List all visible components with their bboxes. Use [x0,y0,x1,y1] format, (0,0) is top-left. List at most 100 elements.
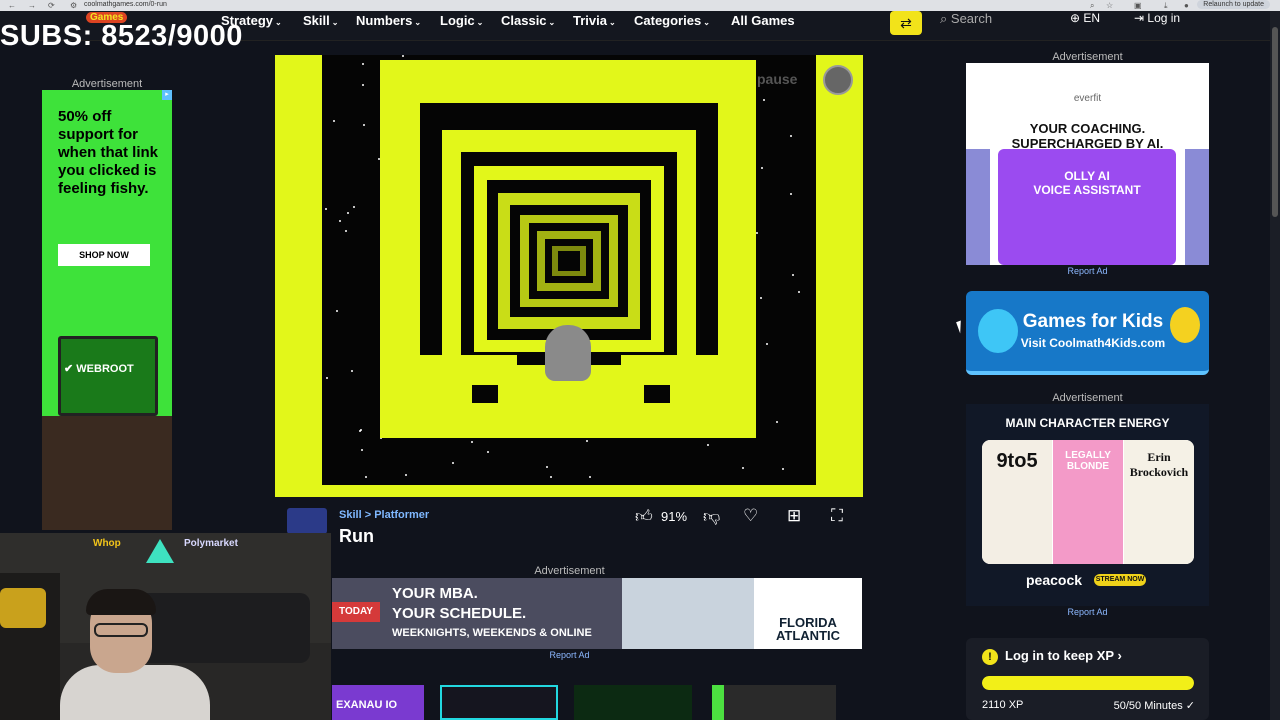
scrollbar-thumb[interactable] [1272,27,1278,217]
nav-trivia[interactable]: Trivia ⌄ [573,13,616,28]
nav-label: Logic [440,13,475,28]
coolmath4kids-banner[interactable]: Games for Kids Visit Coolmath4Kids.com [966,291,1209,375]
ad-photo [622,578,754,649]
star [792,274,794,276]
floor-gap [472,385,498,403]
star [362,84,364,86]
report-ad-link[interactable]: Report Ad [966,607,1209,617]
login-to-keep-xp-link[interactable]: Log in to keep XP › [1005,648,1122,663]
ad-label: Advertisement [1052,392,1123,404]
language-select[interactable]: ⊕ EN [1070,11,1100,25]
nav-categories[interactable]: Categories ⌄ [634,13,710,28]
pause-button[interactable] [823,65,853,95]
shop-now-button[interactable]: SHOP NOW [58,244,150,266]
star [333,120,335,122]
subs-overlay: SUBS: 8523/9000 [0,20,243,52]
rating-percent: 91% [661,509,688,524]
game-tile[interactable] [712,685,836,720]
search-input[interactable]: ⌕ Search [940,11,1050,33]
game-canvas[interactable]: pause [275,55,863,497]
stream-now-button[interactable]: STREAM NOW [1094,574,1146,586]
left-advertisement[interactable]: ▸ 50% off support for when that link you… [42,90,172,530]
mba-advertisement[interactable]: TODAY YOUR MBA. YOUR SCHEDULE. WEEKNIGHTS… [332,578,862,649]
star [763,99,765,101]
xp-panel: ! Log in to keep XP › 2110 XP 50/50 Minu… [966,638,1209,720]
minutes-text: 50/50 Minutes [1113,700,1183,712]
profile-icon[interactable]: ● [1184,1,1189,10]
star [742,467,744,469]
thumbs-up-icon[interactable]: 👍︎ [635,506,653,527]
chevron-down-icon: ⌄ [608,18,616,27]
olly-card: OLLY AI VOICE ASSISTANT [998,149,1176,265]
forward-icon[interactable]: → [28,1,36,10]
breadcrumb-separator: > [364,509,372,521]
xp-progress-fill [982,676,1194,690]
webroot-logo: ✔ WEBROOT [64,363,134,375]
movie-posters: 9to5 LEGALLY BLONDE Erin Brockovich [982,440,1194,564]
nav-numbers[interactable]: Numbers ⌄ [356,13,421,28]
page-scrollbar[interactable] [1270,11,1280,720]
reload-icon[interactable]: ⟳ [48,1,55,10]
chevron-down-icon: ⌄ [548,18,556,27]
back-icon[interactable]: ← [8,1,16,10]
nav-logic[interactable]: Logic ⌄ [440,13,483,28]
nav-skill[interactable]: Skill ⌄ [303,13,338,28]
peacock-advertisement[interactable]: MAIN CHARACTER ENERGY 9to5 LEGALLY BLOND… [966,404,1209,606]
browser-chrome: ← → ⟳ ⚙ coolmathgames.com/0-run ⌕ ☆ ▣ ⤓ … [0,0,1280,11]
nav-all-games[interactable]: All Games [731,13,795,28]
alien-runner [545,325,591,381]
star [326,377,328,379]
star [361,449,363,451]
sponsor-logo [146,539,174,563]
breadcrumb-subcategory[interactable]: Platformer [374,509,429,521]
poster-title: 9to5 [996,450,1038,472]
report-ad-link[interactable]: Report Ad [332,650,807,660]
nav-label: Skill [303,13,330,28]
star [365,476,367,478]
thumbs-down-icon[interactable]: 👎︎ [703,506,720,527]
extension-icon[interactable]: ▣ [1134,1,1142,10]
star [790,135,792,137]
game-tile[interactable] [574,685,692,720]
star [790,193,792,195]
nav-label: Numbers [356,13,413,28]
chevron-down-icon: ⌄ [331,18,339,27]
game-space [322,55,816,485]
star [766,343,768,345]
login-button[interactable]: ⇥ Log in [1134,11,1180,25]
shuffle-icon[interactable]: ⇄ [890,11,922,35]
game-tile[interactable] [440,685,558,720]
star [798,291,800,293]
game-info-bar: Skill > Platformer Run 👍︎ 91% 👎︎ ♡ ⊞ ⛶ [275,500,863,555]
nav-classic[interactable]: Classic ⌄ [501,13,555,28]
star [761,167,763,169]
star [776,421,778,423]
game-title: Run [339,526,374,546]
relaunch-button[interactable]: Relaunch to update [1197,0,1270,9]
star [546,466,548,468]
game-tile[interactable]: EXANAU IO [332,685,424,720]
ad-choices-icon[interactable]: ▸ [162,90,172,100]
heart-icon[interactable]: ♡ [743,506,758,526]
star [586,440,588,442]
site-info-icon[interactable]: ⚙ [70,1,77,10]
brand-name: WEBROOT [76,363,134,375]
report-ad-link[interactable]: Report Ad [966,266,1209,276]
nav-label: All Games [731,13,795,28]
polymarket-sponsor: Polymarket [184,538,238,549]
address-bar[interactable]: coolmathgames.com/0-run [84,1,167,8]
star [471,441,473,443]
bookmark-star-icon[interactable]: ☆ [1106,1,1113,10]
tunnel-ring [558,251,580,271]
add-to-list-icon[interactable]: ⊞ [787,506,801,526]
peacock-headline: MAIN CHARACTER ENERGY [1005,416,1170,430]
streamer-body [60,665,210,720]
ad-text: 50% off support for when that link you c… [58,108,159,197]
fullscreen-icon[interactable]: ⛶ [831,506,843,526]
olly-line2: VOICE ASSISTANT [1033,183,1141,197]
everfit-advertisement[interactable]: everfit YOUR COACHING. SUPERCHARGED BY AI… [966,63,1209,265]
breadcrumb-category[interactable]: Skill [339,509,362,521]
zoom-icon[interactable]: ⌕ [1090,1,1094,11]
peacock-logo: peacock [1026,572,1083,588]
download-icon[interactable]: ⤓ [1164,1,1168,11]
